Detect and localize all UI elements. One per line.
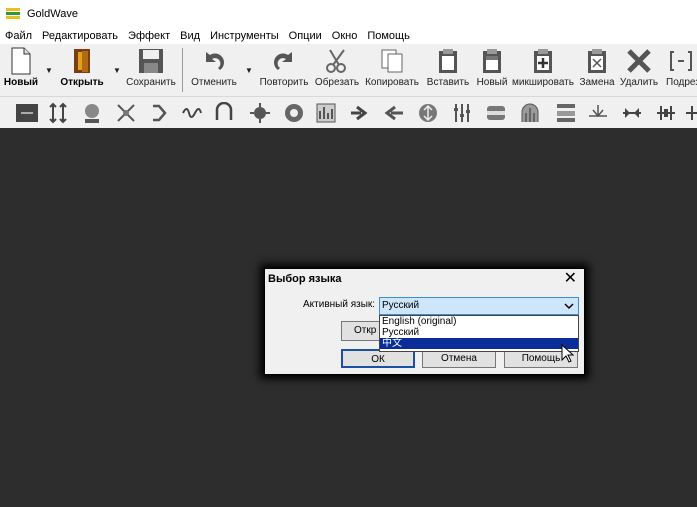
app-title: GoldWave — [27, 8, 78, 20]
channel-mixer-icon[interactable] — [114, 101, 138, 125]
more-effects-icon[interactable] — [684, 101, 697, 125]
mix-label: микшировать — [512, 77, 574, 88]
bracket-trim-icon — [664, 46, 697, 76]
fade-in-icon[interactable] — [348, 101, 372, 125]
menu-options[interactable]: Опции — [284, 28, 327, 44]
reverb-icon[interactable] — [586, 101, 610, 125]
redo-label: Повторить — [259, 77, 309, 88]
silence-icon[interactable] — [654, 101, 678, 125]
copy-button[interactable]: Копировать — [364, 46, 420, 94]
filter-icon[interactable] — [282, 101, 306, 125]
trim-button[interactable]: Обрезать — [314, 46, 360, 94]
menu-view[interactable]: Вид — [175, 28, 205, 44]
undo-dropdown-icon[interactable]: ▼ — [245, 66, 253, 75]
mix-button[interactable]: микшировать — [512, 46, 574, 94]
paste-new-icon — [474, 46, 510, 76]
effects-toolbar — [0, 96, 697, 128]
menu-effect[interactable]: Эффект — [123, 28, 175, 44]
paste-label: Вставить — [426, 77, 470, 88]
open-dropdown-icon[interactable]: ▼ — [113, 66, 121, 75]
menu-window[interactable]: Окно — [327, 28, 363, 44]
replace-label: Замена — [579, 77, 615, 88]
noise-reduction-icon[interactable] — [484, 101, 508, 125]
menu-help[interactable]: Помощь — [362, 28, 415, 44]
language-dialog: Выбор языка ✕ Активный язык: Русский Eng… — [264, 268, 585, 375]
mechanize-icon[interactable] — [450, 101, 474, 125]
trim-more-button[interactable]: Подрез — [664, 46, 697, 94]
copy-icon — [364, 46, 420, 76]
toolbar-separator — [182, 48, 183, 92]
delete-x-icon — [618, 46, 660, 76]
new-label: Новый — [3, 77, 39, 88]
title-bar: GoldWave — [0, 0, 697, 28]
undo-arrow-icon — [190, 46, 238, 76]
menu-bar: Файл Редактировать Эффект Вид Инструмент… — [0, 28, 697, 44]
language-option-english[interactable]: English (original) — [380, 316, 578, 327]
paste-button[interactable]: Вставить — [424, 46, 472, 94]
mix-icon — [512, 46, 574, 76]
new-dropdown-icon[interactable]: ▼ — [45, 66, 53, 75]
fade-out-icon[interactable] — [382, 101, 406, 125]
reverse-icon[interactable] — [620, 101, 644, 125]
goldwave-logo-icon — [6, 7, 22, 21]
open-language-file-button[interactable]: Откр — [341, 321, 381, 341]
mouse-pointer-icon — [561, 343, 575, 367]
paste-new-label: Новый — [476, 77, 508, 88]
new-button[interactable]: Новый — [2, 46, 40, 94]
compressor-icon[interactable] — [148, 101, 172, 125]
delete-label: Удалить — [619, 77, 659, 88]
echo-icon[interactable] — [80, 101, 104, 125]
save-button[interactable]: Сохранить — [126, 46, 176, 94]
paste-new-button[interactable]: Новый — [474, 46, 510, 94]
invert-icon[interactable] — [416, 101, 440, 125]
save-disk-icon — [126, 46, 176, 76]
close-icon[interactable]: ✕ — [564, 269, 577, 289]
language-select[interactable]: Русский — [379, 297, 579, 315]
envelope-icon[interactable] — [212, 101, 236, 125]
doppler-icon[interactable] — [180, 101, 204, 125]
open-door-icon — [58, 46, 106, 76]
trim-more-label: Подрез — [666, 77, 697, 88]
save-label: Сохранить — [126, 77, 176, 88]
scissors-icon — [314, 46, 360, 76]
dc-offset-icon[interactable] — [14, 101, 40, 125]
menu-edit[interactable]: Редактировать — [37, 28, 123, 44]
redo-button[interactable]: Повторить — [258, 46, 310, 94]
copy-label: Копировать — [365, 77, 419, 88]
undo-button[interactable]: Отменить — [190, 46, 238, 94]
paste-clipboard-icon — [424, 46, 472, 76]
delete-button[interactable]: Удалить — [618, 46, 660, 94]
new-file-icon — [2, 46, 40, 76]
language-dropdown-list: English (original) Русский 中文 — [379, 315, 579, 352]
pan-icon[interactable] — [518, 101, 542, 125]
change-pitch-icon[interactable] — [46, 101, 70, 125]
active-language-label: Активный язык: — [303, 299, 376, 310]
replace-icon — [578, 46, 616, 76]
replace-button[interactable]: Замена — [578, 46, 616, 94]
spectrum-icon[interactable] — [314, 101, 338, 125]
language-select-value: Русский — [382, 300, 420, 311]
equalizer-icon[interactable] — [248, 101, 272, 125]
redo-arrow-icon — [258, 46, 310, 76]
main-toolbar: Новый ▼ Открыть ▼ Сохранить Отменить ▼ П… — [0, 44, 697, 96]
menu-tools[interactable]: Инструменты — [205, 28, 284, 44]
language-option-chinese[interactable]: 中文 — [380, 338, 578, 349]
undo-label: Отменить — [191, 77, 237, 88]
dialog-title: Выбор языка — [268, 273, 342, 285]
open-button[interactable]: Открыть — [58, 46, 106, 94]
open-label: Открыть — [60, 77, 104, 88]
language-option-russian[interactable]: Русский — [380, 327, 578, 338]
menu-file[interactable]: Файл — [0, 28, 37, 44]
trim-label: Обрезать — [314, 77, 360, 88]
playback-rate-icon[interactable] — [554, 101, 578, 125]
